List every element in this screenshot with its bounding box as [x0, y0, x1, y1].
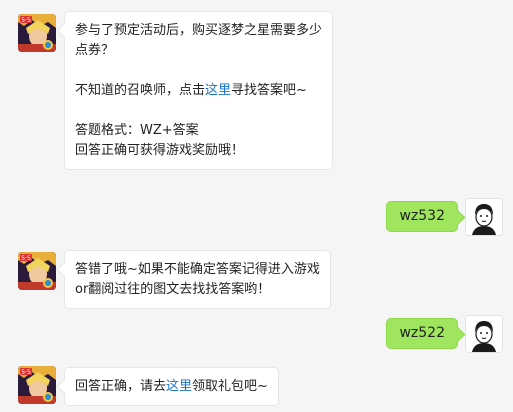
message-text: 参与了预定活动后，购买逐梦之星需要多少 [75, 23, 323, 38]
message-text: 回答正确，请去 [75, 379, 167, 394]
svg-text:5·5: 5·5 [21, 255, 31, 262]
message-text: wz522 [399, 325, 445, 341]
user-message-bubble: wz532 [386, 201, 458, 232]
user-message-bubble: wz522 [386, 318, 458, 349]
message-text: 点券？ [75, 43, 115, 58]
bot-message-bubble: 答错了哦~如果不能确定答案记得进入游戏 or翻阅过往的图文去找找答案哟！ [64, 250, 331, 309]
message-text: 不知道的召唤师，点击 [75, 83, 206, 98]
bot-avatar-icon[interactable]: 5·5 [18, 14, 56, 52]
message-text: 领取礼包吧~ [192, 379, 268, 394]
message-text: wz532 [399, 208, 445, 224]
user-avatar-icon[interactable] [465, 315, 503, 353]
message-text: 答错了哦~如果不能确定答案记得进入游戏 [75, 262, 320, 277]
bot-message-bubble: 参与了预定活动后，购买逐梦之星需要多少 点券？ 不知道的召唤师，点击这里寻找答案… [64, 11, 334, 170]
message-text-with-link: 回答正确，请去这里领取礼包吧~ [75, 377, 268, 397]
svg-text:5·5: 5·5 [21, 17, 31, 24]
user-avatar-icon[interactable] [465, 198, 503, 236]
svg-text:5·5: 5·5 [21, 369, 31, 376]
message-text-with-link: 不知道的召唤师，点击这里寻找答案吧~ [75, 81, 322, 101]
bot-avatar-icon[interactable]: 5·5 [18, 252, 56, 290]
message-text: 回答正确可获得游戏奖励哦！ [75, 143, 245, 158]
bot-avatar-icon[interactable]: 5·5 [18, 366, 56, 404]
message-text: 答题格式：WZ+答案 [75, 123, 199, 138]
message-text: 寻找答案吧~ [231, 83, 307, 98]
bot-message-bubble: 回答正确，请去这里领取礼包吧~ [64, 367, 279, 406]
message-text: or翻阅过往的图文去找找答案哟！ [75, 282, 271, 297]
here-link[interactable]: 这里 [166, 379, 192, 394]
here-link[interactable]: 这里 [205, 83, 231, 98]
